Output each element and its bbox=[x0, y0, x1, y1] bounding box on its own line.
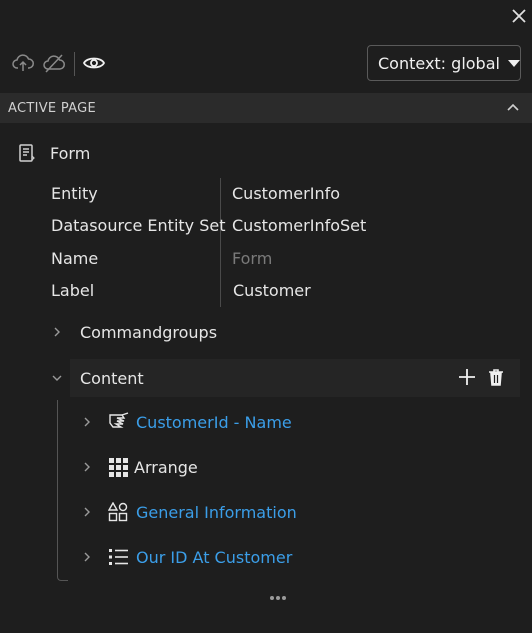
property-value-datasource[interactable]: CustomerInfoSet bbox=[232, 216, 366, 235]
form-node[interactable]: Form bbox=[18, 141, 90, 165]
property-key-name: Name bbox=[51, 249, 99, 268]
trash-icon bbox=[489, 369, 503, 386]
caret-down-icon bbox=[507, 59, 520, 67]
tree-item-label[interactable]: General Information bbox=[136, 503, 297, 522]
tree-guide-line bbox=[57, 400, 68, 581]
close-icon bbox=[512, 9, 526, 23]
chevron-right-icon[interactable] bbox=[80, 550, 94, 564]
tree-item-label[interactable]: Our ID At Customer bbox=[136, 548, 292, 567]
tree-item-label: Arrange bbox=[134, 457, 198, 477]
chevron-right-icon[interactable] bbox=[80, 460, 94, 474]
property-key-entity: Entity bbox=[51, 184, 98, 203]
tree-item-content[interactable]: Content bbox=[50, 363, 144, 393]
chevron-down-icon[interactable] bbox=[50, 371, 64, 385]
chevron-up-icon[interactable] bbox=[506, 101, 520, 115]
upload-button[interactable] bbox=[9, 49, 37, 77]
cloud-off-icon bbox=[43, 54, 65, 73]
tree-item-label: Commandgroups bbox=[80, 322, 218, 342]
eye-icon bbox=[82, 57, 106, 69]
chevron-right-icon[interactable] bbox=[80, 505, 94, 519]
tree-item-customerid[interactable]: CustomerId - Name bbox=[80, 407, 292, 437]
cloud-upload-icon bbox=[12, 54, 34, 71]
list-icon bbox=[109, 549, 128, 565]
tree-item-commandgroups[interactable]: Commandgroups bbox=[50, 317, 217, 347]
tree-item-arrange[interactable]: Arrange bbox=[80, 452, 198, 482]
active-page-header[interactable]: ACTIVE PAGE bbox=[0, 93, 532, 123]
chevron-right-icon[interactable] bbox=[80, 415, 94, 429]
property-key-label: Label bbox=[51, 281, 95, 300]
section-title: ACTIVE PAGE bbox=[8, 100, 97, 116]
toolbar-separator bbox=[74, 52, 75, 76]
context-select-label: Context: global bbox=[378, 53, 500, 73]
close-button[interactable] bbox=[506, 3, 532, 29]
delete-button[interactable] bbox=[485, 366, 507, 388]
property-value-label[interactable]: Customer bbox=[233, 281, 311, 300]
plus-icon bbox=[459, 369, 475, 385]
grid-icon bbox=[109, 458, 128, 477]
tree-item-general-information[interactable]: General Information bbox=[80, 497, 297, 527]
property-divider bbox=[220, 178, 221, 307]
property-value-name[interactable]: Form bbox=[232, 249, 272, 268]
tree-item-label: Content bbox=[80, 368, 144, 388]
preview-button[interactable] bbox=[80, 49, 108, 77]
property-key-datasource: Datasource Entity Set bbox=[51, 216, 226, 235]
shapes-group-icon bbox=[108, 502, 128, 522]
add-button[interactable] bbox=[456, 366, 478, 388]
field-hand-icon bbox=[109, 412, 129, 428]
more-button[interactable] bbox=[268, 590, 288, 606]
tree-item-label[interactable]: CustomerId - Name bbox=[136, 413, 292, 432]
chevron-right-icon[interactable] bbox=[50, 325, 64, 339]
context-select[interactable]: Context: global bbox=[367, 45, 521, 81]
tree-item-our-id[interactable]: Our ID At Customer bbox=[80, 542, 292, 572]
form-icon bbox=[19, 144, 35, 162]
property-value-entity[interactable]: CustomerInfo bbox=[232, 184, 340, 203]
more-horizontal-icon bbox=[270, 596, 286, 600]
cloud-off-button[interactable] bbox=[40, 49, 68, 77]
form-title: Form bbox=[50, 143, 91, 163]
